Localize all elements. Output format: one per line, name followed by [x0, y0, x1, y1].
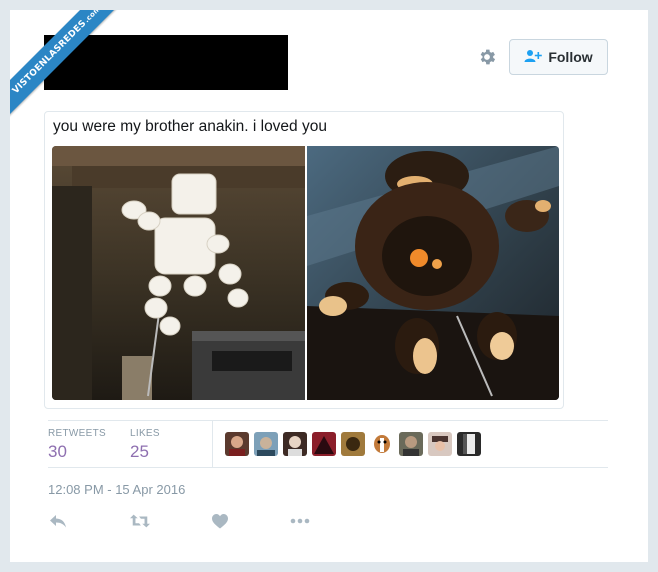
watermark-suffix: .com: [82, 10, 103, 25]
stats-separator: [212, 421, 213, 467]
avatar[interactable]: [283, 432, 307, 456]
retweets-label: RETWEETS: [48, 428, 106, 439]
tweet-content: you were my brother anakin. i loved you: [44, 111, 564, 409]
avatar[interactable]: [399, 432, 423, 456]
gear-icon[interactable]: [476, 46, 498, 68]
avatar[interactable]: [457, 432, 481, 456]
reply-icon[interactable]: [48, 512, 68, 530]
more-icon[interactable]: [290, 512, 310, 530]
tweet-photo-burnt-marshmallow[interactable]: [307, 146, 559, 400]
tweet-timestamp[interactable]: 12:08 PM - 15 Apr 2016: [48, 482, 185, 497]
stats-top-divider: [48, 420, 608, 421]
avatar[interactable]: [312, 432, 336, 456]
avatar[interactable]: [370, 432, 394, 456]
avatar[interactable]: [225, 432, 249, 456]
avatar[interactable]: [254, 432, 278, 456]
avatar[interactable]: [428, 432, 452, 456]
retweets-count[interactable]: 30: [48, 442, 67, 462]
stats-bottom-divider: [48, 467, 608, 468]
likes-count[interactable]: 25: [130, 442, 149, 462]
liker-avatars: [225, 432, 481, 456]
tweet-photo-marshmallow[interactable]: [52, 146, 305, 400]
follow-label: Follow: [548, 49, 593, 65]
follow-button[interactable]: Follow: [509, 39, 608, 75]
likes-label: LIKES: [130, 428, 160, 439]
tweet-card: VISTOENLASREDES .com Follow you were my b…: [10, 10, 648, 562]
watermark-text: VISTOENLASREDES: [10, 18, 89, 97]
avatar[interactable]: [341, 432, 365, 456]
watermark: VISTOENLASREDES .com: [10, 10, 130, 130]
add-user-icon: [524, 49, 543, 66]
heart-icon[interactable]: [210, 512, 230, 530]
watermark-ribbon: VISTOENLASREDES .com: [10, 10, 126, 119]
retweet-icon[interactable]: [130, 512, 150, 530]
tweet-actions: [48, 512, 310, 530]
